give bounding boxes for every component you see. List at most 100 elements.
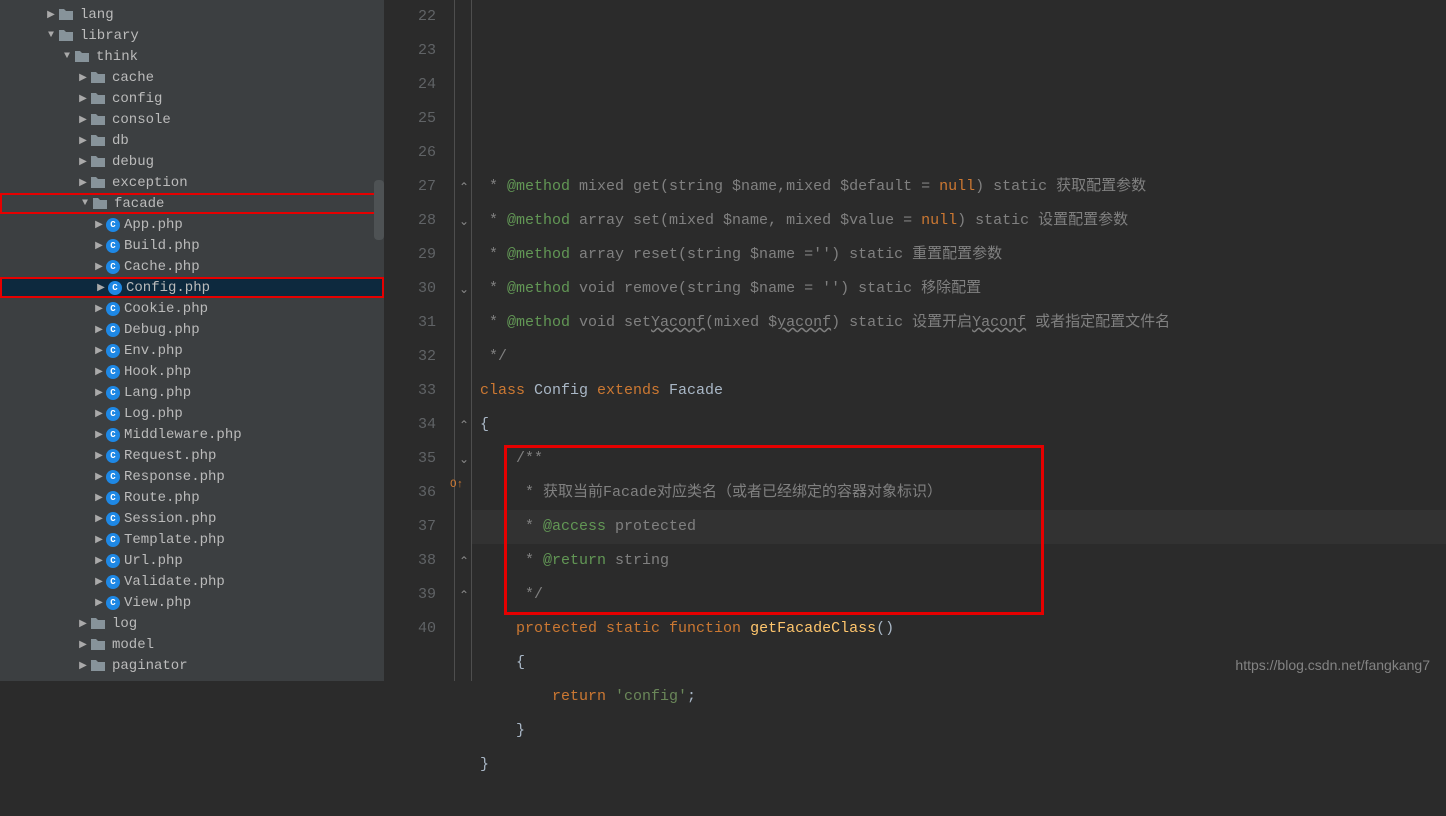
tree-folder-lang[interactable]: ▶lang: [0, 4, 384, 25]
chevron-right-icon[interactable]: ▶: [76, 660, 90, 672]
code-editor[interactable]: 22232425262728293031323334353637383940 ⌃…: [384, 0, 1446, 681]
tree-folder-facade[interactable]: ▼ facade: [0, 193, 384, 214]
tree-folder-library[interactable]: ▼library: [0, 25, 384, 46]
chevron-right-icon[interactable]: ▶: [76, 93, 90, 105]
code-line[interactable]: {: [480, 408, 1446, 442]
tree-file-debug-php[interactable]: ▶CDebug.php: [0, 319, 384, 340]
code-line[interactable]: * @return string: [480, 544, 1446, 578]
chevron-right-icon[interactable]: ▶: [92, 429, 106, 441]
chevron-down-icon[interactable]: ▼: [78, 198, 92, 209]
code-line[interactable]: * @method void remove(string $name = '')…: [480, 272, 1446, 306]
tree-folder-log[interactable]: ▶ log: [0, 613, 384, 634]
chevron-right-icon[interactable]: ▶: [92, 534, 106, 546]
code-line[interactable]: /**: [480, 442, 1446, 476]
tree-file-env-php[interactable]: ▶CEnv.php: [0, 340, 384, 361]
watermark: https://blog.csdn.net/fangkang7: [1235, 657, 1430, 673]
chevron-right-icon[interactable]: ▶: [92, 471, 106, 483]
fold-toggle-icon[interactable]: ⌄: [457, 214, 471, 228]
chevron-right-icon[interactable]: ▶: [76, 72, 90, 84]
code-line[interactable]: */: [480, 340, 1446, 374]
chevron-right-icon[interactable]: ▶: [92, 408, 106, 420]
fold-toggle-icon[interactable]: ⌄: [457, 282, 471, 296]
tree-file-url-php[interactable]: ▶CUrl.php: [0, 550, 384, 571]
tree-item-label: facade: [114, 196, 164, 212]
tree-file-config-php[interactable]: ▶CConfig.php: [0, 277, 384, 298]
fold-toggle-icon[interactable]: ⌃: [457, 418, 471, 432]
php-class-icon: C: [106, 260, 120, 274]
tree-file-hook-php[interactable]: ▶CHook.php: [0, 361, 384, 382]
chevron-right-icon[interactable]: ▶: [76, 114, 90, 126]
fold-column[interactable]: ⌃ ⌄ ⌄ ⌃ ⌄ ⌃ ⌃: [454, 0, 472, 681]
override-gutter-icon[interactable]: O↑: [450, 468, 470, 488]
tree-file-middleware-php[interactable]: ▶CMiddleware.php: [0, 424, 384, 445]
chevron-right-icon[interactable]: ▶: [76, 618, 90, 630]
code-line[interactable]: * @method mixed get(string $name,mixed $…: [480, 170, 1446, 204]
fold-toggle-icon[interactable]: ⌄: [457, 452, 471, 466]
tree-file-route-php[interactable]: ▶CRoute.php: [0, 487, 384, 508]
tree-file-lang-php[interactable]: ▶CLang.php: [0, 382, 384, 403]
tree-item-label: log: [112, 616, 137, 632]
fold-toggle-icon[interactable]: ⌃: [457, 180, 471, 194]
chevron-right-icon[interactable]: ▶: [94, 282, 108, 294]
tree-file-app-php[interactable]: ▶CApp.php: [0, 214, 384, 235]
tree-folder-paginator[interactable]: ▶paginator: [0, 655, 384, 676]
tree-file-cache-php[interactable]: ▶CCache.php: [0, 256, 384, 277]
tree-folder-think[interactable]: ▼think: [0, 46, 384, 67]
tree-folder-exception[interactable]: ▶exception: [0, 172, 384, 193]
tree-folder-db[interactable]: ▶db: [0, 130, 384, 151]
project-tree[interactable]: ▶lang▼library▼think▶cache▶config▶console…: [0, 0, 384, 681]
scrollbar-thumb[interactable]: [374, 180, 384, 240]
code-line[interactable]: }: [480, 748, 1446, 782]
chevron-right-icon[interactable]: ▶: [92, 303, 106, 315]
fold-toggle-icon[interactable]: ⌃: [457, 588, 471, 602]
code-line[interactable]: * @method array set(mixed $name, mixed $…: [480, 204, 1446, 238]
chevron-right-icon[interactable]: ▶: [92, 597, 106, 609]
fold-toggle-icon[interactable]: ⌃: [457, 554, 471, 568]
code-line[interactable]: }: [480, 714, 1446, 748]
tree-file-template-php[interactable]: ▶CTemplate.php: [0, 529, 384, 550]
tree-folder-console[interactable]: ▶console: [0, 109, 384, 130]
chevron-right-icon[interactable]: ▶: [76, 156, 90, 168]
tree-folder-model[interactable]: ▶model: [0, 634, 384, 655]
chevron-right-icon[interactable]: ▶: [92, 450, 106, 462]
tree-file-build-php[interactable]: ▶CBuild.php: [0, 235, 384, 256]
tree-file-request-php[interactable]: ▶CRequest.php: [0, 445, 384, 466]
tree-folder-debug[interactable]: ▶debug: [0, 151, 384, 172]
chevron-right-icon[interactable]: ▶: [92, 366, 106, 378]
chevron-right-icon[interactable]: ▶: [92, 219, 106, 231]
tree-folder-config[interactable]: ▶config: [0, 88, 384, 109]
tree-file-cookie-php[interactable]: ▶CCookie.php: [0, 298, 384, 319]
tree-file-view-php[interactable]: ▶CView.php: [0, 592, 384, 613]
code-line[interactable]: * 获取当前Facade对应类名（或者已经绑定的容器对象标识）: [480, 476, 1446, 510]
chevron-right-icon[interactable]: ▶: [92, 324, 106, 336]
code-area[interactable]: O↑ * @method mixed get(string $name,mixe…: [472, 0, 1446, 681]
code-line[interactable]: return 'config';: [480, 680, 1446, 714]
code-line[interactable]: [480, 782, 1446, 816]
chevron-right-icon[interactable]: ▶: [76, 639, 90, 651]
chevron-right-icon[interactable]: ▶: [92, 513, 106, 525]
tree-file-validate-php[interactable]: ▶CValidate.php: [0, 571, 384, 592]
code-line[interactable]: * @method array reset(string $name ='') …: [480, 238, 1446, 272]
chevron-right-icon[interactable]: ▶: [92, 261, 106, 273]
code-line[interactable]: * @access protected: [480, 510, 1446, 544]
code-line[interactable]: protected static function getFacadeClass…: [480, 612, 1446, 646]
tree-file-session-php[interactable]: ▶CSession.php: [0, 508, 384, 529]
chevron-right-icon[interactable]: ▶: [92, 345, 106, 357]
code-line[interactable]: */: [480, 578, 1446, 612]
chevron-down-icon[interactable]: ▼: [44, 30, 58, 41]
chevron-right-icon[interactable]: ▶: [92, 492, 106, 504]
chevron-right-icon[interactable]: ▶: [76, 177, 90, 189]
chevron-down-icon[interactable]: ▼: [60, 51, 74, 62]
chevron-right-icon[interactable]: ▶: [92, 576, 106, 588]
code-line[interactable]: class Config extends Facade: [480, 374, 1446, 408]
chevron-right-icon[interactable]: ▶: [92, 387, 106, 399]
tree-folder-cache[interactable]: ▶cache: [0, 67, 384, 88]
tree-file-response-php[interactable]: ▶CResponse.php: [0, 466, 384, 487]
code-line[interactable]: * @method void setYaconf(mixed $yaconf) …: [480, 306, 1446, 340]
chevron-right-icon[interactable]: ▶: [76, 135, 90, 147]
chevron-right-icon[interactable]: ▶: [44, 9, 58, 21]
folder-icon: [90, 617, 108, 631]
chevron-right-icon[interactable]: ▶: [92, 555, 106, 567]
chevron-right-icon[interactable]: ▶: [92, 240, 106, 252]
tree-file-log-php[interactable]: ▶CLog.php: [0, 403, 384, 424]
